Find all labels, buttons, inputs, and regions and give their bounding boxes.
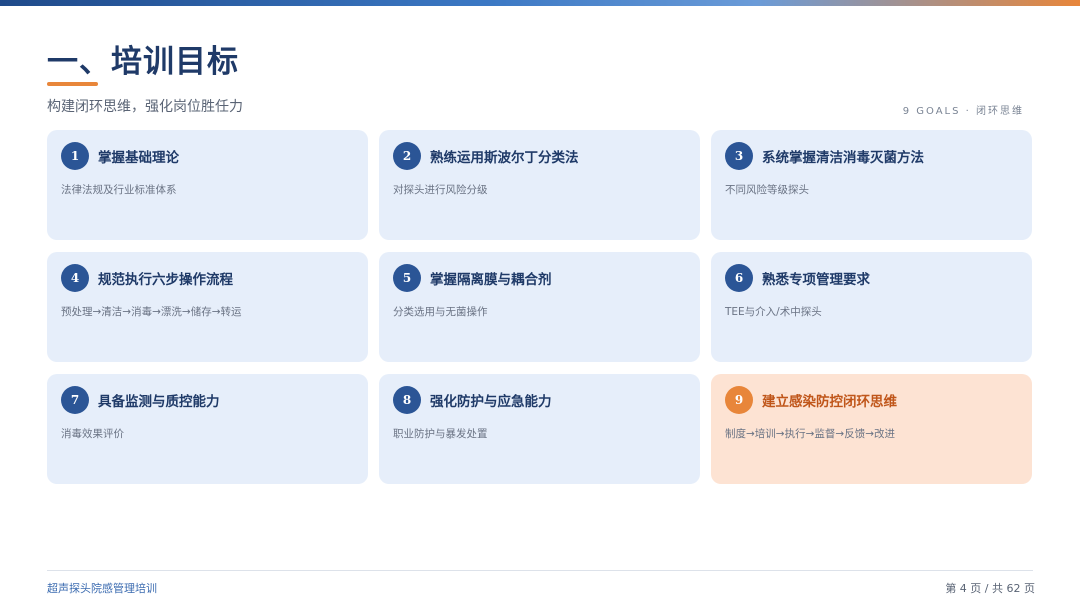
page-title: 一、培训目标 xyxy=(47,44,239,80)
goal-title: 规范执行六步操作流程 xyxy=(98,272,233,288)
goal-description: TEE与介入/术中探头 xyxy=(725,306,822,318)
goal-card-5: 5 掌握隔离膜与耦合剂 分类选用与无菌操作 xyxy=(379,252,700,362)
goal-description: 制度→培训→执行→监督→反馈→改进 xyxy=(725,428,895,440)
goal-card-4: 4 规范执行六步操作流程 预处理→清洁→消毒→漂洗→储存→转运 xyxy=(47,252,368,362)
title-underline xyxy=(47,82,98,86)
goals-tag: 9 GOALS · 闭环思维 xyxy=(902,106,1024,117)
top-gradient-bar xyxy=(0,0,1080,6)
goal-title: 建立感染防控闭环思维 xyxy=(762,394,897,410)
goal-number-badge: 5 xyxy=(393,264,421,292)
goal-description: 职业防护与暴发处置 xyxy=(393,428,488,440)
goal-number-badge: 8 xyxy=(393,386,421,414)
goal-card-1: 1 掌握基础理论 法律法规及行业标准体系 xyxy=(47,130,368,240)
footer-course-name: 超声探头院感管理培训 xyxy=(47,582,157,595)
goal-title: 掌握隔离膜与耦合剂 xyxy=(430,272,552,288)
footer-divider xyxy=(47,570,1033,571)
goal-title: 掌握基础理论 xyxy=(98,150,179,166)
goal-card-8: 8 强化防护与应急能力 职业防护与暴发处置 xyxy=(379,374,700,484)
goal-number-badge: 6 xyxy=(725,264,753,292)
goal-card-2: 2 熟练运用斯波尔丁分类法 对探头进行风险分级 xyxy=(379,130,700,240)
goal-description: 消毒效果评价 xyxy=(61,428,124,440)
goal-title: 系统掌握清洁消毒灭菌方法 xyxy=(762,150,924,166)
page-subtitle: 构建闭环思维，强化岗位胜任力 xyxy=(47,99,243,115)
goal-title: 熟悉专项管理要求 xyxy=(762,272,870,288)
goal-title: 强化防护与应急能力 xyxy=(430,394,552,410)
goal-number-badge: 3 xyxy=(725,142,753,170)
footer-page-number: 第 4 页 / 共 62 页 xyxy=(945,582,1035,595)
goal-card-6: 6 熟悉专项管理要求 TEE与介入/术中探头 xyxy=(711,252,1032,362)
goal-description: 对探头进行风险分级 xyxy=(393,184,488,196)
goal-number-badge: 9 xyxy=(725,386,753,414)
goal-number-badge: 2 xyxy=(393,142,421,170)
goal-description: 预处理→清洁→消毒→漂洗→储存→转运 xyxy=(61,306,242,318)
goal-title: 具备监测与质控能力 xyxy=(98,394,220,410)
goal-card-9: 9 建立感染防控闭环思维 制度→培训→执行→监督→反馈→改进 xyxy=(711,374,1032,484)
goal-number-badge: 4 xyxy=(61,264,89,292)
goal-card-7: 7 具备监测与质控能力 消毒效果评价 xyxy=(47,374,368,484)
goal-description: 分类选用与无菌操作 xyxy=(393,306,488,318)
goal-number-badge: 1 xyxy=(61,142,89,170)
goals-grid: 1 掌握基础理论 法律法规及行业标准体系 2 熟练运用斯波尔丁分类法 对探头进行风险… xyxy=(47,130,1032,484)
goal-description: 不同风险等级探头 xyxy=(725,184,809,196)
goal-number-badge: 7 xyxy=(61,386,89,414)
goal-card-3: 3 系统掌握清洁消毒灭菌方法 不同风险等级探头 xyxy=(711,130,1032,240)
goal-title: 熟练运用斯波尔丁分类法 xyxy=(430,150,579,166)
goal-description: 法律法规及行业标准体系 xyxy=(61,184,177,196)
